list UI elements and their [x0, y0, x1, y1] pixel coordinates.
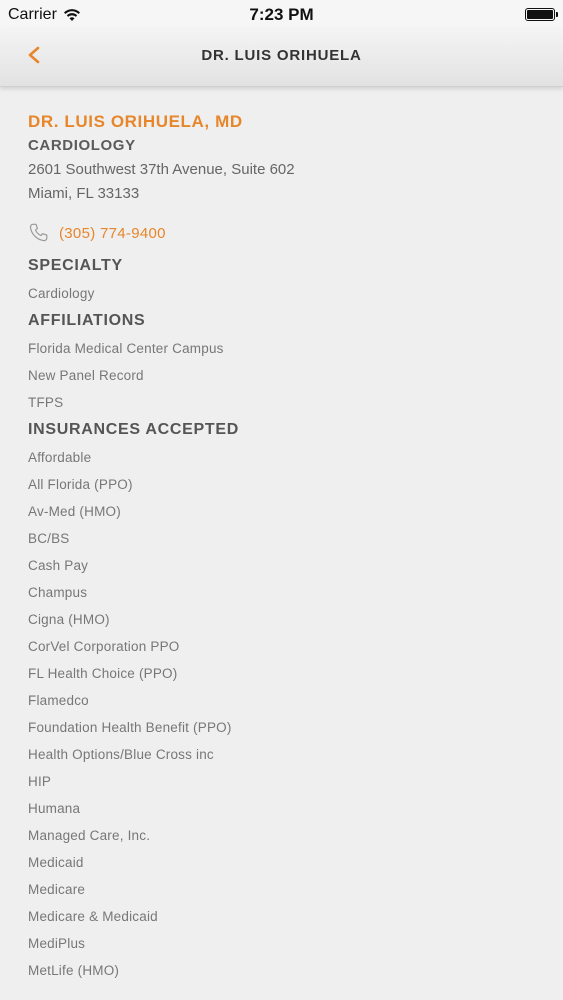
list-item: Medicaid [28, 855, 84, 870]
list-item: Humana [28, 801, 81, 816]
battery-icon [525, 8, 558, 21]
list-item: Medicare [28, 882, 86, 897]
list-item: All Florida (PPO) [28, 477, 133, 492]
insurances-list: Affordable All Florida (PPO) Av-Med (HMO) B… [28, 444, 548, 984]
list-item: Champus [28, 585, 88, 600]
list-item: Florida Medical Center Campus [28, 341, 224, 356]
navigation-bar: DR. LUIS ORIHUELA [0, 28, 563, 87]
address-line-2: Miami, FL 33133 [28, 185, 140, 202]
specialty-list: Cardiology [28, 280, 548, 307]
affiliations-list: Florida Medical Center Campus New Panel R… [28, 335, 548, 416]
list-item: MetLife (HMO) [28, 963, 120, 978]
list-item: Health Options/Blue Cross inc [28, 747, 214, 762]
list-item: FL Health Choice (PPO) [28, 666, 178, 681]
doctor-specialty: CARDIOLOGY [28, 137, 136, 154]
list-item: Cardiology [28, 286, 95, 301]
list-item: Foundation Health Benefit (PPO) [28, 720, 232, 735]
battery-fill [527, 10, 553, 19]
address-line-1: 2601 Southwest 37th Avenue, Suite 602 [28, 161, 295, 178]
status-bar: Carrier 7:23 PM [0, 0, 563, 28]
list-item: CorVel Corporation PPO [28, 639, 180, 654]
phone-link[interactable]: (305) 774-9400 [28, 220, 548, 246]
list-item: TFPS [28, 395, 64, 410]
list-item: Cigna (HMO) [28, 612, 110, 627]
list-item: Flamedco [28, 693, 89, 708]
list-item: Managed Care, Inc. [28, 828, 151, 843]
list-item: MediPlus [28, 936, 86, 951]
list-item: New Panel Record [28, 368, 144, 383]
doctor-name: DR. LUIS ORIHUELA, MD [28, 112, 243, 131]
section-title-insurances: INSURANCES ACCEPTED [28, 421, 239, 438]
phone-icon [29, 223, 48, 242]
doctor-detail-content: DR. LUIS ORIHUELA, MD CARDIOLOGY 2601 So… [28, 110, 548, 984]
list-item: HIP [28, 774, 52, 789]
phone-number[interactable]: (305) 774-9400 [59, 225, 166, 242]
list-item: Affordable [28, 450, 92, 465]
nav-title: DR. LUIS ORIHUELA [201, 47, 362, 64]
list-item: Medicare & Medicaid [28, 909, 158, 924]
section-title-affiliations: AFFILIATIONS [28, 312, 146, 329]
list-item: Av-Med (HMO) [28, 504, 121, 519]
list-item: Cash Pay [28, 558, 89, 573]
list-item: BC/BS [28, 531, 70, 546]
status-time: 7:23 PM [249, 5, 314, 24]
section-title-specialty: SPECIALTY [28, 257, 123, 274]
